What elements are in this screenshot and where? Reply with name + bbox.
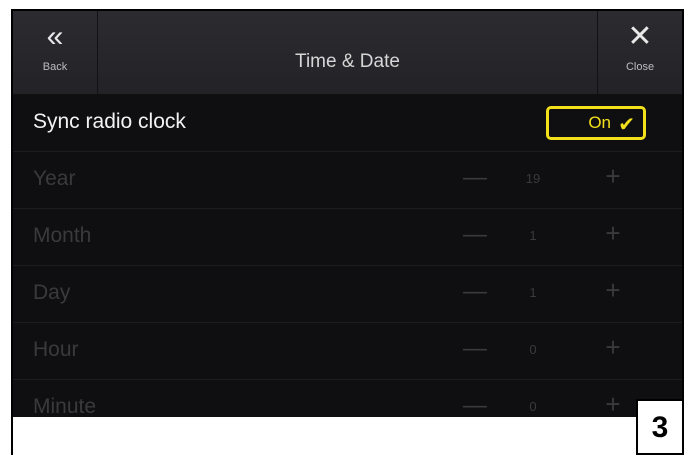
month-label: Month [33,224,92,247]
back-label: Back [42,61,68,73]
day-label: Day [33,281,71,304]
month-row: Month — 1 + [13,209,682,266]
minute-row: Minute — 0 + [13,380,682,417]
back-button[interactable]: « Back [13,11,98,94]
sync-toggle-value: On [588,113,611,132]
month-decrement-button[interactable]: — [460,221,490,249]
month-value: 1 [529,228,537,243]
day-increment-button[interactable]: + [598,275,628,306]
year-value: 19 [525,171,541,186]
year-increment-button[interactable]: + [598,161,628,192]
caption-area [11,417,684,455]
year-row: Year — 19 + [13,152,682,209]
minute-increment-button[interactable]: + [598,389,628,417]
minute-decrement-button[interactable]: — [460,392,490,417]
year-label: Year [33,167,76,190]
step-number-badge: 3 [636,399,684,455]
close-icon: ✕ [627,20,653,53]
month-increment-button[interactable]: + [598,218,628,249]
sync-radio-clock-row: Sync radio clock On ✔ [13,95,682,152]
sync-radio-clock-toggle[interactable]: On ✔ [546,106,646,140]
hour-label: Hour [33,338,79,361]
header-bar: « Back Time & Date ✕ Close [13,11,682,95]
day-decrement-button[interactable]: — [460,278,490,306]
settings-screen: « Back Time & Date ✕ Close Sync radio cl… [11,9,684,417]
hour-row: Hour — 0 + [13,323,682,380]
day-row: Day — 1 + [13,266,682,323]
day-value: 1 [529,285,537,300]
close-label: Close [625,61,655,73]
settings-list: Sync radio clock On ✔ Year — 19 + Month … [13,95,682,417]
page-title: Time & Date [295,51,400,72]
hour-decrement-button[interactable]: — [460,335,490,363]
sync-radio-clock-label: Sync radio clock [33,110,186,133]
back-icon: « [46,20,64,53]
hour-value: 0 [529,342,537,357]
hour-increment-button[interactable]: + [598,332,628,363]
check-icon: ✔ [618,114,635,136]
minute-value: 0 [529,399,537,414]
close-button[interactable]: ✕ Close [597,11,682,94]
minute-label: Minute [33,395,97,417]
year-decrement-button[interactable]: — [460,164,490,192]
